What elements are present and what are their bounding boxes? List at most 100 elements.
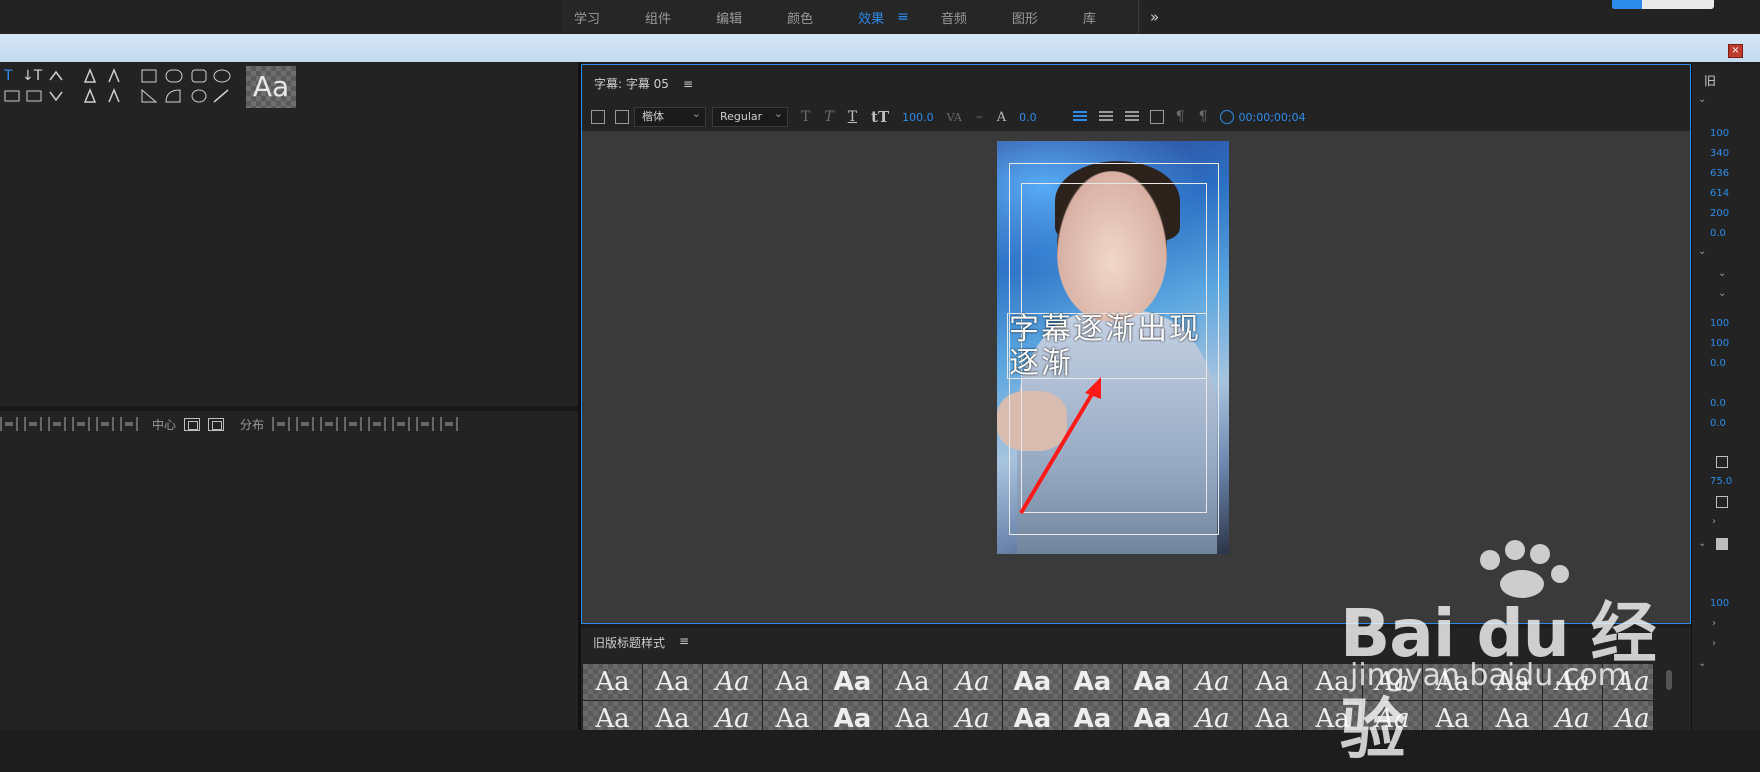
property-value[interactable]: 614 <box>1710 188 1729 199</box>
style-tile[interactable]: Aa <box>1483 664 1542 700</box>
property-value[interactable]: 0.0 <box>1710 228 1726 239</box>
underline-icon[interactable]: T <box>848 109 857 125</box>
property-value[interactable]: 100 <box>1710 338 1729 349</box>
tab-editing[interactable]: 编辑 <box>704 8 775 27</box>
style-tile[interactable]: Aa <box>943 701 1002 730</box>
property-checkbox[interactable] <box>1716 456 1728 468</box>
style-tile[interactable]: Aa <box>883 701 942 730</box>
style-tile[interactable]: Aa <box>643 701 702 730</box>
tab-graphics[interactable]: 图形 <box>1000 8 1071 27</box>
tab-icon[interactable] <box>1149 110 1164 124</box>
style-tile[interactable]: Aa <box>703 701 762 730</box>
area-type-tool-icon[interactable] <box>4 88 20 104</box>
style-tile[interactable]: Aa <box>1603 701 1653 730</box>
add-anchor-tool-icon[interactable] <box>82 88 98 104</box>
property-checkbox-checked[interactable] <box>1716 538 1728 550</box>
vertical-path-type-tool-icon[interactable] <box>48 88 64 104</box>
close-window-button[interactable]: × <box>1728 44 1743 58</box>
delete-anchor-tool-icon[interactable] <box>106 68 122 84</box>
style-tile[interactable]: Aa <box>583 664 642 700</box>
ellipse-tool-icon[interactable] <box>212 68 232 84</box>
style-tile[interactable]: Aa <box>1423 701 1482 730</box>
line-tool-icon[interactable] <box>212 88 230 104</box>
style-tile[interactable]: Aa <box>643 664 702 700</box>
style-tile[interactable]: Aa <box>1543 664 1602 700</box>
style-tile[interactable]: Aa <box>823 664 882 700</box>
more-workspaces-icon[interactable]: » <box>1150 8 1159 26</box>
align-horizontal-center-icon[interactable] <box>24 417 42 431</box>
style-tile[interactable]: Aa <box>1363 701 1422 730</box>
style-tile[interactable]: Aa <box>883 664 942 700</box>
properties-label[interactable]: 旧 <box>1704 72 1716 89</box>
style-tile[interactable]: Aa <box>1363 664 1422 700</box>
style-tile[interactable]: Aa <box>1603 664 1653 700</box>
distribute-vertical-icon[interactable] <box>440 417 459 431</box>
property-value[interactable]: 0.0 <box>1710 418 1726 429</box>
style-tile[interactable]: Aa <box>1303 701 1362 730</box>
property-value[interactable]: 0.0 <box>1710 358 1726 369</box>
chevron-down-icon[interactable]: ⌄ <box>1698 658 1706 669</box>
type-tool-icon[interactable]: T <box>4 68 13 84</box>
tab-libraries[interactable]: 库 <box>1071 8 1142 27</box>
style-tile[interactable]: Aa <box>583 701 642 730</box>
property-value[interactable]: 100 <box>1710 318 1729 329</box>
style-tile[interactable]: Aa <box>823 701 882 730</box>
style-tile[interactable]: Aa <box>943 664 1002 700</box>
align-right-icon[interactable] <box>48 417 66 431</box>
style-tile[interactable]: Aa <box>703 664 762 700</box>
chevron-down-icon[interactable]: ⌄ <box>1698 246 1706 257</box>
show-background-video-icon[interactable] <box>1219 110 1234 124</box>
property-value[interactable]: 100 <box>1710 128 1729 139</box>
align-left-icon[interactable] <box>0 417 18 431</box>
vertical-type-tool-icon[interactable]: ↓T <box>22 68 42 84</box>
center-vertical-icon[interactable] <box>208 417 225 431</box>
property-checkbox[interactable] <box>1716 496 1728 508</box>
distribute-left-icon[interactable] <box>272 417 291 431</box>
chevron-down-icon[interactable]: ⌄ <box>1698 94 1706 105</box>
path-type-tool-icon[interactable] <box>48 68 64 84</box>
chevron-right-icon[interactable]: › <box>1712 618 1716 629</box>
style-tile[interactable]: Aa <box>1243 664 1302 700</box>
property-value[interactable]: 0.0 <box>1710 398 1726 409</box>
vertical-area-type-tool-icon[interactable] <box>26 88 42 104</box>
rectangle-tool-icon[interactable] <box>140 68 158 84</box>
align-text-center-icon[interactable] <box>1098 111 1113 123</box>
paragraph-rtl-icon[interactable]: ¶ <box>1199 109 1208 125</box>
style-tile[interactable]: Aa <box>1483 701 1542 730</box>
tab-assembly[interactable]: 组件 <box>633 8 704 27</box>
style-tile[interactable]: Aa <box>763 664 822 700</box>
paragraph-ltr-icon[interactable]: ¶ <box>1176 109 1185 125</box>
style-tile[interactable]: Aa <box>1543 701 1602 730</box>
panel-title[interactable]: 字幕: 字幕 05 <box>594 75 669 92</box>
style-tile[interactable]: Aa <box>1063 701 1122 730</box>
circle-tool-icon[interactable] <box>190 88 208 104</box>
align-text-left-icon[interactable] <box>1072 111 1087 123</box>
workspace-menu-icon[interactable]: ≡ <box>897 9 909 25</box>
distribute-bottom-icon[interactable] <box>416 417 435 431</box>
italic-icon[interactable]: T <box>824 109 833 125</box>
chevron-down-icon[interactable]: ⌄ <box>1698 538 1706 549</box>
align-vertical-center-icon[interactable] <box>96 417 114 431</box>
style-tile[interactable]: Aa <box>763 701 822 730</box>
align-bottom-icon[interactable] <box>120 417 138 431</box>
tab-audio[interactable]: 音频 <box>929 8 1000 27</box>
style-tile[interactable]: Aa <box>1183 664 1242 700</box>
clipped-corner-tool-icon[interactable] <box>190 68 208 84</box>
style-tile[interactable]: Aa <box>1183 701 1242 730</box>
chevron-right-icon[interactable]: › <box>1712 638 1716 649</box>
chevron-down-icon[interactable]: ⌄ <box>1718 268 1726 279</box>
style-tile[interactable]: Aa <box>1003 701 1062 730</box>
property-value[interactable]: 200 <box>1710 208 1729 219</box>
style-tile[interactable]: Aa <box>1243 701 1302 730</box>
title-canvas[interactable]: 字幕逐渐出现逐渐 <box>582 131 1690 623</box>
styles-menu-icon[interactable]: ≡ <box>679 634 689 651</box>
distribute-center-icon[interactable] <box>296 417 315 431</box>
background-video-icon[interactable] <box>591 110 605 124</box>
style-tile[interactable]: Aa <box>1123 701 1182 730</box>
distribute-middle-icon[interactable] <box>392 417 411 431</box>
leading-value[interactable]: 0.0 <box>1019 111 1037 124</box>
style-tile[interactable]: Aa <box>1423 664 1482 700</box>
bold-icon[interactable]: T <box>801 109 810 125</box>
align-top-icon[interactable] <box>72 417 90 431</box>
style-tile[interactable]: Aa <box>1123 664 1182 700</box>
